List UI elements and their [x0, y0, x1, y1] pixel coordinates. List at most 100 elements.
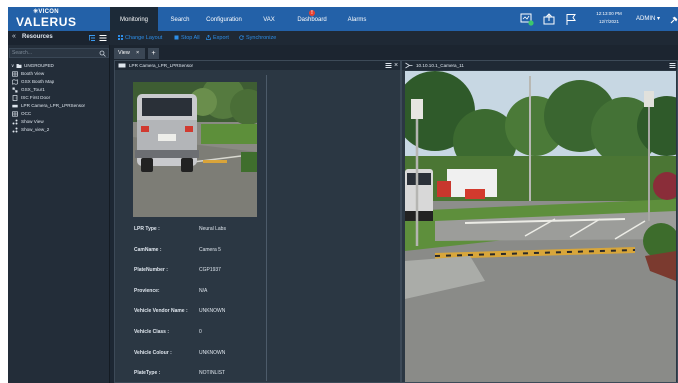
tree-view-icon[interactable]	[88, 34, 96, 42]
upload-icon[interactable]	[542, 12, 556, 26]
sync-icon	[239, 35, 244, 40]
nav-tab-alarms[interactable]: Alarms	[344, 7, 370, 31]
valerus-app: ✳VICON VALERUS Monitoring Search Configu…	[8, 7, 678, 383]
synchronize-button[interactable]: Synchronize	[239, 31, 276, 45]
pane-divider	[266, 75, 267, 381]
detail-key: Vehicle Class :	[134, 328, 170, 335]
detail-key: PlateType :	[134, 370, 161, 377]
tree-item-ungrouped[interactable]: ∨ UNGROUPED	[8, 62, 110, 70]
stop-all-button[interactable]: Stop All	[174, 31, 200, 45]
nav-tab-vax[interactable]: VAX	[258, 7, 280, 31]
nav-tab-search[interactable]: Search	[164, 7, 196, 31]
detail-row-vehicle-class: Vehicle Class : 0	[134, 329, 264, 350]
resources-panel: « Resources ∨	[8, 31, 110, 383]
export-icon	[206, 35, 211, 40]
lpr-sensor-pane: LPR Camera_LPR_LPRSensor × LPR Type: Ne…	[114, 60, 401, 383]
tree-item-label: LPR Camera_LPR_LPRSensor	[21, 103, 86, 108]
logo-brand-main: VALERUS	[16, 15, 77, 29]
tree-item-label: ISC First Door	[21, 95, 51, 100]
detail-row-lpr-type: LPR Type : Neural Labs	[134, 226, 264, 247]
pane-title: LPR Camera_LPR_LPRSensor	[129, 63, 194, 68]
flag-icon[interactable]	[564, 12, 578, 26]
detail-key: Vehicle Colour :	[134, 349, 172, 356]
nav-tab-label: Dashboard	[297, 17, 327, 23]
tree-item-label: UNGROUPED	[24, 63, 54, 68]
tree-item-isc-first-door[interactable]: ISC First Door	[8, 94, 110, 102]
nav-tab-label: Alarms	[347, 17, 367, 23]
pin-icon[interactable]	[670, 16, 678, 24]
detail-value: Camera 5	[199, 246, 221, 253]
toolbar-label: Export	[213, 35, 229, 41]
nav-tab-label: Search	[170, 17, 190, 23]
system-clock: 12:13:00 PM 12/7/2021	[592, 10, 626, 26]
nav-tab-monitoring[interactable]: Monitoring	[110, 7, 158, 31]
pane-menu-icon[interactable]	[385, 62, 392, 69]
close-tab-icon[interactable]: ×	[136, 48, 139, 59]
list-view-icon[interactable]	[99, 34, 107, 42]
stop-icon	[174, 35, 179, 40]
collapse-panel-button[interactable]: «	[12, 33, 16, 40]
nav-tab-label: Monitoring	[119, 17, 148, 23]
lpr-details: LPR Type : Neural Labs CamName : Camera …	[134, 226, 264, 383]
layout-icon	[118, 35, 123, 41]
camera-icon	[405, 62, 413, 69]
add-tab-button[interactable]: +	[148, 48, 159, 59]
detail-row-plate-number: PlateNumber : CGP1937	[134, 267, 264, 288]
camera-live-feed	[405, 71, 676, 382]
user-menu-button[interactable]: ADMIN ▾	[636, 7, 660, 31]
detail-value: 0	[199, 328, 202, 335]
view-tab-bar: View × +	[110, 45, 678, 60]
pane-title: 10.10.10.1_Camera_11	[416, 63, 464, 68]
camera-icon	[12, 104, 18, 108]
tree-item-show-view-2[interactable]: Show_view_2	[8, 126, 110, 134]
tree-item-lpr-camera[interactable]: LPR Camera_LPR_LPRSensor	[8, 102, 110, 110]
tree-item-label: Booth View	[21, 71, 45, 76]
nav-tab-dashboard[interactable]: ! Dashboard	[292, 7, 332, 31]
nav-tab-configuration[interactable]: Configuration	[200, 7, 248, 31]
tree-item-gsx-tour1[interactable]: GSX_Tour1	[8, 86, 110, 94]
resources-header: « Resources	[8, 31, 110, 45]
change-layout-button[interactable]: Change Layout	[118, 31, 162, 45]
tab-view[interactable]: View ×	[114, 48, 145, 59]
detail-key: PlateNumber :	[134, 267, 168, 274]
lpr-pane-header: LPR Camera_LPR_LPRSensor ×	[115, 61, 400, 70]
nav-tab-label: VAX	[263, 17, 275, 23]
top-nav-bar: ✳VICON VALERUS Monitoring Search Configu…	[8, 7, 678, 31]
detail-key: Provience:	[134, 287, 160, 294]
toolbar-label: Stop All	[181, 35, 200, 41]
detail-row-camname: CamName : Camera 5	[134, 247, 264, 268]
clock-time: 12:13:00 PM	[596, 11, 622, 16]
tree-item-label: OCC	[21, 111, 32, 116]
tree-item-gsx-booth-map[interactable]: GSX Booth Map	[8, 78, 110, 86]
clock-date: 12/7/2021	[598, 19, 620, 24]
resource-search-input[interactable]	[12, 49, 96, 57]
tree-item-label: Show View	[21, 119, 44, 124]
detail-value: CGP1937	[199, 267, 221, 274]
resource-tree: ∨ UNGROUPED Booth View GSX Booth Map GSX…	[8, 62, 110, 134]
detail-value: NOTINLIST	[199, 370, 226, 377]
close-pane-icon[interactable]: ×	[394, 61, 398, 70]
vicon-valerus-logo[interactable]: ✳VICON VALERUS	[16, 9, 76, 29]
tree-item-booth-view[interactable]: Booth View	[8, 70, 110, 78]
expand-chevron-icon[interactable]: ∨	[11, 62, 14, 70]
door-icon	[12, 95, 18, 101]
tab-label: View	[118, 50, 130, 56]
camera-pane: 10.10.10.1_Camera_11	[401, 60, 678, 383]
tree-item-show-view[interactable]: Show View	[8, 118, 110, 126]
detail-key: Vehicle Vendor Name :	[134, 308, 188, 315]
tree-item-occ[interactable]: OCC	[8, 110, 110, 118]
detail-value: Neural Labs	[199, 226, 226, 232]
detail-value: N/A	[199, 287, 208, 294]
export-button[interactable]: Export	[206, 31, 229, 45]
search-icon[interactable]	[99, 50, 106, 57]
dashboard-alert-badge: !	[309, 10, 315, 16]
detail-row-vehicle-colour: Vehicle Colour : UNKNOWN	[134, 350, 264, 371]
pane-menu-icon[interactable]	[669, 62, 676, 69]
detail-row-vehicle-vendor: Vehicle Vendor Name : UNKNOWN	[134, 308, 264, 329]
monitor-status-icon[interactable]	[520, 12, 534, 26]
detail-row-plate-type: PlateType : NOTINLIST	[134, 370, 264, 383]
show-icon	[12, 127, 18, 133]
nav-tab-label: Configuration	[206, 17, 242, 23]
detail-key: LPR Type :	[134, 226, 160, 232]
toolbar-label: Synchronize	[246, 35, 277, 41]
